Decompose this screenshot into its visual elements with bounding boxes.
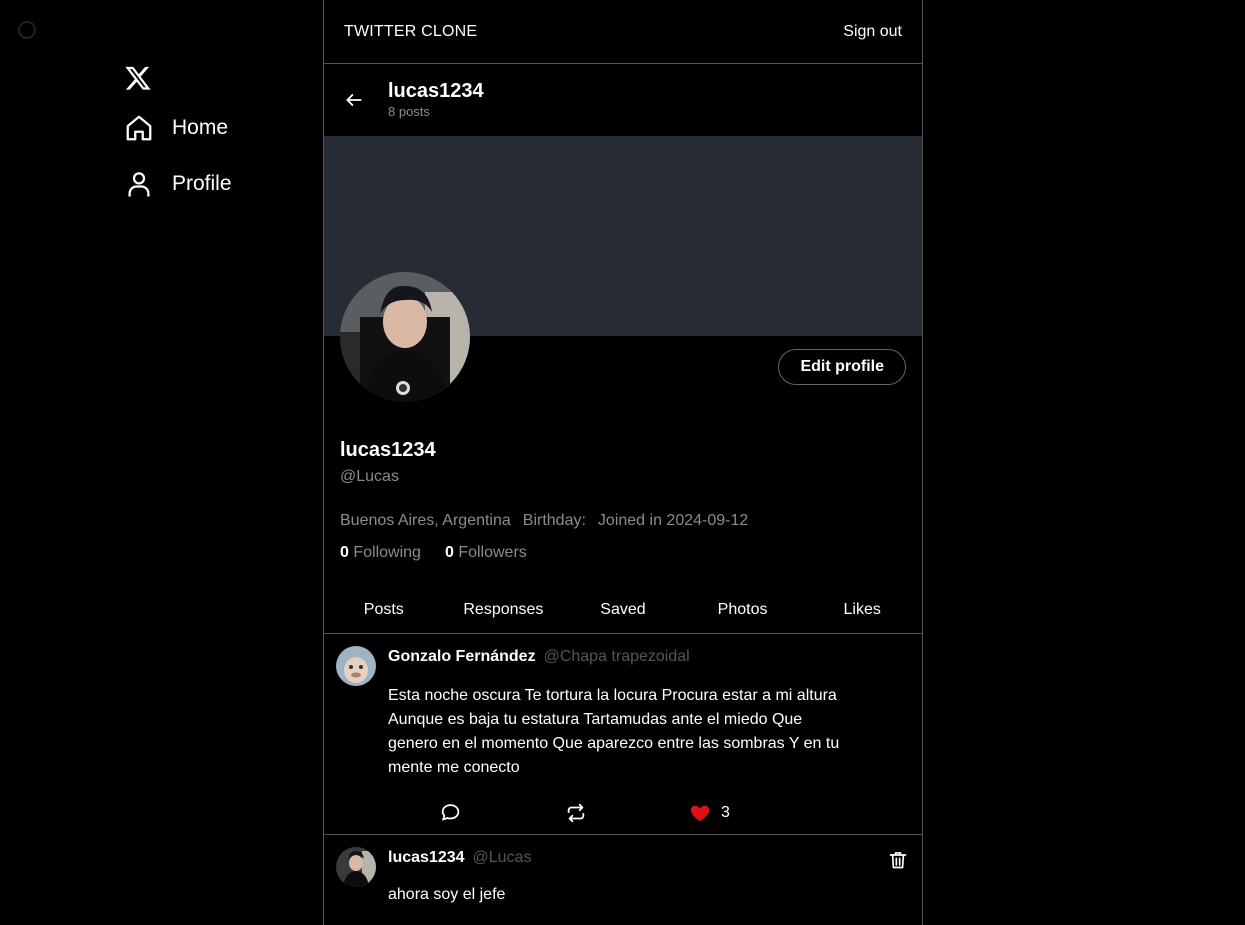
main-column: TWITTER CLONE Sign out lucas1234 8 posts… xyxy=(323,0,923,925)
post-header: lucas1234 @Lucas xyxy=(388,849,902,867)
sign-out-button[interactable]: Sign out xyxy=(843,23,902,41)
nav-item-label: Profile xyxy=(172,172,232,195)
followers-count: 0 xyxy=(444,544,454,561)
post-text: ahora soy el jefe xyxy=(388,886,506,903)
header-username: lucas1234 xyxy=(388,80,484,102)
post-author[interactable]: lucas1234 xyxy=(388,849,465,867)
join-date: Joined in 2024-09-12 xyxy=(597,512,749,529)
reply-button[interactable] xyxy=(440,802,461,823)
retweet-icon xyxy=(567,803,585,823)
post-body: lucas1234 @Lucas ahora soy el jefe xyxy=(388,835,922,907)
like-count: 3 xyxy=(721,804,730,821)
following-link[interactable]: 0 Following xyxy=(340,544,421,562)
like-button[interactable]: 3 xyxy=(689,802,730,824)
arrow-left-icon xyxy=(346,94,362,106)
post-actions: 3 xyxy=(388,790,902,838)
x-logo-icon[interactable] xyxy=(124,64,152,92)
post-text: Esta noche oscura Te tortura la locura P… xyxy=(388,687,840,776)
profile-avatar[interactable] xyxy=(340,272,470,402)
user-icon xyxy=(128,172,150,197)
tab-photos[interactable]: Photos xyxy=(683,586,803,633)
heart-filled-icon xyxy=(690,805,710,822)
app-title: TWITTER CLONE xyxy=(344,22,478,40)
tab-saved[interactable]: Saved xyxy=(563,586,683,633)
following-count: 0 xyxy=(340,544,349,561)
retweet-button[interactable] xyxy=(565,802,587,824)
comment-icon xyxy=(441,804,460,821)
profile-tabs: Posts Responses Saved Photos Likes xyxy=(324,586,922,634)
profile-header: lucas1234 8 posts xyxy=(324,64,922,136)
tab-posts[interactable]: Posts xyxy=(324,586,444,633)
avatar-photo-icon xyxy=(340,272,470,402)
post-author-handle: @Lucas xyxy=(472,849,532,866)
profile-info: lucas1234 @Lucas Buenos Aires, Argentina… xyxy=(340,436,900,562)
top-bar: TWITTER CLONE Sign out xyxy=(324,0,922,64)
post-item[interactable]: Gonzalo Fernández @Chapa trapezoidal Est… xyxy=(324,634,922,835)
edit-profile-button[interactable]: Edit profile xyxy=(778,349,906,385)
birthday-label: Birthday: xyxy=(522,512,586,529)
tab-responses[interactable]: Responses xyxy=(444,586,564,633)
following-label: Following xyxy=(353,544,421,561)
posts-count: 8 posts xyxy=(388,104,430,119)
followers-link[interactable]: 0 Followers xyxy=(445,544,527,562)
post-avatar[interactable] xyxy=(336,847,376,887)
trash-icon xyxy=(889,852,907,869)
location: Buenos Aires, Argentina xyxy=(340,512,511,529)
profile-meta: Buenos Aires, Argentina Birthday: Joined… xyxy=(340,512,900,530)
back-button[interactable] xyxy=(342,88,366,112)
post-avatar[interactable] xyxy=(336,646,376,686)
left-sidebar: Home Profile xyxy=(124,64,314,212)
nav-item-home[interactable]: Home xyxy=(124,100,314,156)
follow-stats: 0 Following 0 Followers xyxy=(340,544,900,562)
display-name: lucas1234 xyxy=(340,439,436,461)
avatar-photo-icon xyxy=(336,646,376,686)
post-item[interactable]: lucas1234 @Lucas ahora soy el jefe xyxy=(324,835,922,925)
followers-label: Followers xyxy=(458,544,527,561)
post-author[interactable]: Gonzalo Fernández xyxy=(388,648,536,666)
delete-post-button[interactable] xyxy=(888,849,908,876)
post-body: Gonzalo Fernández @Chapa trapezoidal Est… xyxy=(388,634,922,838)
post-header: Gonzalo Fernández @Chapa trapezoidal xyxy=(388,648,902,666)
tab-likes[interactable]: Likes xyxy=(802,586,922,633)
nav-item-profile[interactable]: Profile xyxy=(124,156,314,212)
avatar-photo-icon xyxy=(336,847,376,887)
home-icon xyxy=(126,115,152,141)
nav-item-label: Home xyxy=(172,116,229,139)
post-author-handle: @Chapa trapezoidal xyxy=(543,648,690,665)
user-handle: @Lucas xyxy=(340,468,399,485)
status-indicator xyxy=(18,21,36,39)
